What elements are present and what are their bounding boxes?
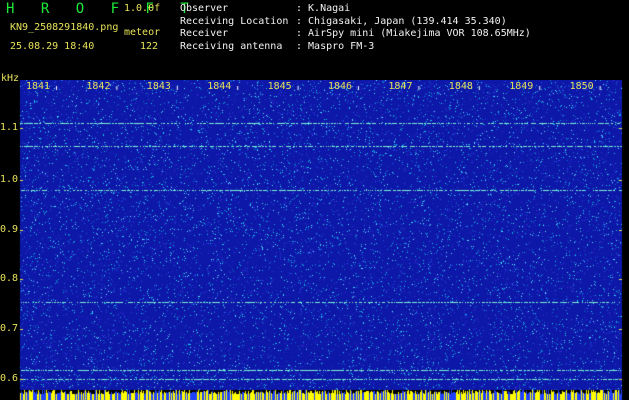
info-label: Receiver — [180, 28, 229, 39]
version-label: 1.0.0f — [124, 3, 161, 14]
freq-tick-label: 0.8 — [0, 273, 19, 284]
observer-info: Observer : K.Nagai Receiving Location : Ch… — [180, 3, 531, 53]
spectrogram-canvas — [0, 80, 629, 400]
info-row: Observer : K.Nagai — [180, 3, 531, 16]
time-tick-label: 1850 — [569, 81, 594, 92]
time-tick-label: 1841 — [26, 81, 51, 92]
info-label: Receiving antenna — [180, 40, 283, 52]
info-row: Receiver : AirSpy mini (Miakejima VOR 108… — [180, 28, 531, 41]
freq-tick-label: 0.9 — [0, 224, 19, 235]
time-tick-label: 1842 — [86, 81, 111, 92]
spectrogram-plot: kHz 1.1 1.0 0.9 0.8 0.7 0.6 1841 1842 1843 1844 18… — [0, 73, 629, 400]
freq-tick-label: 0.6 — [0, 373, 19, 384]
info-row: Receiving antenna : Maspro FM-3 — [180, 41, 531, 54]
datetime-label: 25.08.29 18:40 — [10, 41, 95, 52]
info-row: Receiving Location : Chigasaki, Japan (13… — [180, 16, 531, 29]
freq-tick-label: 1.0 — [0, 174, 19, 185]
time-tick-label: 1845 — [267, 81, 292, 92]
info-label: Receiving Location — [180, 15, 289, 27]
time-tick-label: 1847 — [388, 81, 413, 92]
mode-label: meteor — [124, 27, 161, 38]
app-title: H R O F F T — [6, 1, 198, 17]
info-value: : K.Nagai — [296, 3, 351, 14]
info-value: : AirSpy mini (Miakejima VOR 108.65MHz) — [296, 28, 531, 39]
time-tick-label: 1846 — [328, 81, 353, 92]
info-value: : Maspro FM-3 — [296, 40, 375, 52]
time-tick-label: 1844 — [207, 81, 232, 92]
time-tick-label: 1848 — [448, 81, 473, 92]
filename-label: KN9_2508291840.png — [10, 22, 119, 33]
info-label: Observer — [180, 3, 229, 14]
count-label: 122 — [140, 41, 159, 52]
unit-label: kHz — [1, 73, 20, 84]
time-tick-label: 1849 — [509, 81, 534, 92]
freq-tick-label: 1.1 — [0, 122, 19, 133]
info-value: : Chigasaki, Japan (139.414 35.340) — [296, 15, 507, 27]
header-panel: H R O F F T 1.0.0f KN9_2508291840.png me… — [0, 0, 629, 80]
time-tick-label: 1843 — [146, 81, 171, 92]
freq-tick-label: 0.7 — [0, 323, 19, 334]
